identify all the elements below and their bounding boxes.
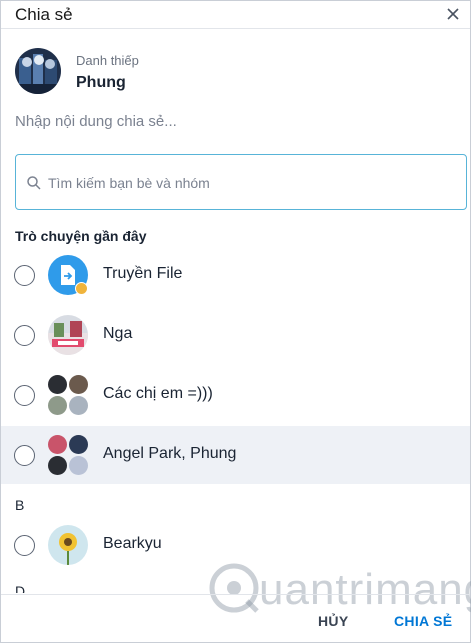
avatar (48, 525, 88, 565)
verified-badge-icon (75, 282, 88, 295)
conversation-name: Các chị em =))) (103, 385, 213, 402)
file-transfer-icon (61, 265, 75, 285)
cancel-button[interactable]: HỦY (318, 613, 348, 629)
share-dialog: Chia sẻ Danh thiếp Phung Nhập nội dung c… (0, 0, 471, 643)
search-icon (27, 176, 41, 190)
dialog-title: Chia sẻ (15, 5, 73, 24)
search-box[interactable] (15, 154, 467, 210)
footer-divider (1, 594, 470, 595)
select-radio[interactable] (14, 385, 35, 406)
search-input[interactable] (48, 172, 448, 194)
section-recent-title: Trò chuyện gần đây (15, 228, 147, 244)
conversation-row-cac-chi-em[interactable]: Các chị em =))) (1, 366, 470, 424)
card-name: Phung (76, 74, 126, 91)
select-radio[interactable] (14, 325, 35, 346)
conversation-row-truyen-file[interactable]: Truyền File (1, 246, 470, 304)
conversation-row-nga[interactable]: Nga (1, 306, 470, 364)
file-transfer-avatar (48, 255, 88, 295)
conversation-name: Nga (103, 325, 133, 342)
close-icon[interactable] (444, 5, 462, 23)
section-d-title: D (15, 583, 26, 593)
avatar (48, 315, 88, 355)
conversation-row-angel-park-phung[interactable]: Angel Park, Phung (1, 426, 470, 484)
card-avatar (15, 48, 61, 94)
select-radio[interactable] (14, 265, 35, 286)
contact-name: Bearkyu (103, 535, 162, 552)
group-avatar (48, 375, 88, 415)
dialog-header: Chia sẻ (1, 1, 470, 29)
card-label: Danh thiếp (76, 53, 139, 68)
share-message-input[interactable] (15, 110, 455, 132)
business-card: Danh thiếp Phung (15, 48, 315, 98)
group-avatar (48, 435, 88, 475)
share-button[interactable]: CHIA SẺ (394, 613, 452, 629)
select-radio[interactable] (14, 535, 35, 556)
conversation-name: Angel Park, Phung (103, 445, 237, 462)
contact-row-bearkyu[interactable]: Bearkyu (1, 516, 470, 574)
select-radio[interactable] (14, 445, 35, 466)
section-b-title: B (15, 497, 25, 513)
conversation-name: Truyền File (103, 265, 183, 282)
